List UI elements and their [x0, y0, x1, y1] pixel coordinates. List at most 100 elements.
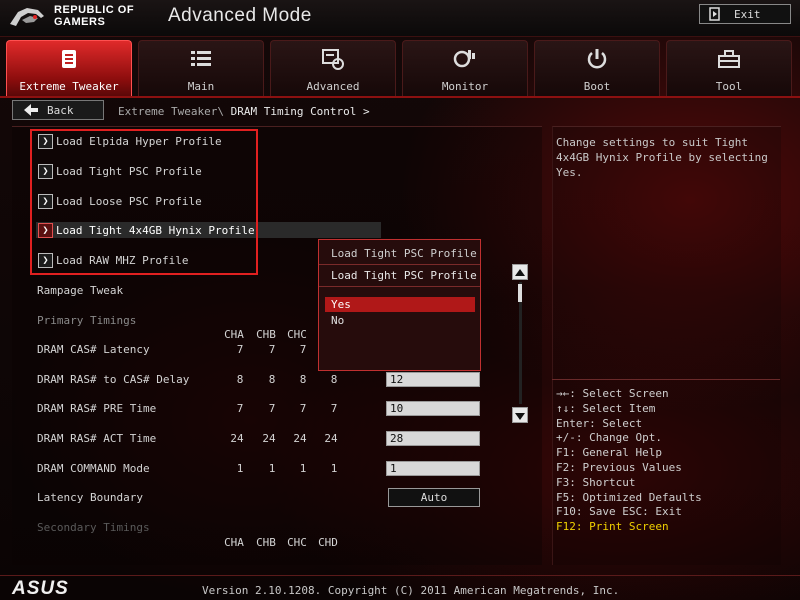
dram-ras-act-time-label[interactable]: DRAM RAS# ACT Time [37, 432, 156, 445]
ras-act-time-input[interactable]: 28 [386, 431, 480, 446]
help-description: Change settings to suit Tight 4x4GB Hyni… [556, 136, 768, 179]
primary-timings-header: Primary Timings [37, 314, 137, 327]
tab-monitor[interactable]: Monitor [402, 40, 528, 96]
channel-header: CHA [224, 536, 244, 549]
annotation-highlight-box [30, 129, 258, 275]
rog-logo-icon [10, 8, 44, 26]
key-hint: F1: General Help [556, 446, 662, 460]
channel-header: CHB [256, 536, 276, 549]
latency-boundary-dropdown[interactable]: Auto [388, 488, 480, 507]
tab-extreme-tweaker[interactable]: Extreme Tweaker [6, 40, 132, 96]
arrow-down-icon [515, 413, 525, 420]
channel-value: 24 [324, 432, 338, 445]
dram-cas-latency-label[interactable]: DRAM CAS# Latency [37, 343, 150, 356]
channel-value: 24 [293, 432, 307, 445]
top-bar: REPUBLIC OF GAMERS Advanced Mode Exit [0, 0, 800, 37]
channel-value: 7 [236, 402, 244, 415]
exit-door-icon [709, 7, 720, 21]
ras-to-cas-delay-input[interactable]: 12 [386, 372, 480, 387]
tab-boot[interactable]: Boot [534, 40, 660, 96]
popup-title: Load Tight PSC Profile [331, 247, 477, 260]
tab-label: Boot [583, 80, 611, 93]
ras-pre-time-input[interactable]: 10 [386, 401, 480, 416]
breadcrumb-parent[interactable]: Extreme Tweaker\ [118, 105, 224, 118]
channel-value: 7 [268, 402, 276, 415]
channel-value: 8 [236, 373, 244, 386]
rampage-tweak-label[interactable]: Rampage Tweak [37, 284, 123, 297]
asus-logo: ASUS [12, 578, 69, 599]
key-legend: →←: Select Screen ↑↓: Select Item Enter:… [556, 387, 702, 535]
brand-text: REPUBLIC OF GAMERS [54, 4, 134, 28]
secondary-timings-header: Secondary Timings [37, 521, 150, 534]
exit-button[interactable]: Exit [699, 4, 791, 24]
brand-line-1: REPUBLIC OF [54, 4, 135, 16]
list-icon [191, 51, 211, 66]
exit-label: Exit [734, 8, 761, 21]
popup-option-no[interactable]: No [325, 313, 475, 328]
toolbox-icon [718, 50, 740, 68]
dram-command-mode-label[interactable]: DRAM COMMAND Mode [37, 462, 150, 475]
breadcrumb-current: DRAM Timing Control > [230, 105, 370, 118]
monitor-icon [453, 50, 475, 68]
tab-label: Main [187, 80, 215, 93]
key-hint: F3: Shortcut [556, 475, 636, 489]
back-arrow-icon [24, 104, 38, 116]
advanced-icon [322, 49, 344, 70]
scroll-up-button[interactable] [512, 264, 528, 280]
tab-main[interactable]: Main [138, 40, 264, 96]
scroll-down-button[interactable] [512, 407, 528, 423]
power-icon [587, 49, 607, 69]
back-label: Back [47, 104, 74, 117]
channel-header: CHC [287, 536, 307, 549]
channel-value: 8 [299, 373, 307, 386]
breadcrumb: Extreme Tweaker\ DRAM Timing Control > [118, 105, 370, 118]
channel-value: 8 [330, 373, 338, 386]
channel-header: CHC [287, 328, 307, 341]
key-hint: ↑↓: Select Item [556, 401, 656, 415]
key-hint: F5: Optimized Defaults [556, 490, 702, 504]
tab-tool[interactable]: Tool [666, 40, 792, 96]
key-hint: F2: Previous Values [556, 460, 682, 474]
channel-value: 1 [236, 462, 244, 475]
popup-divider [319, 286, 480, 287]
help-divider [552, 379, 780, 380]
channel-value: 1 [330, 462, 338, 475]
latency-boundary-label[interactable]: Latency Boundary [37, 491, 143, 504]
channel-value: 24 [262, 432, 276, 445]
back-button[interactable]: Back [12, 100, 104, 120]
channel-value: 7 [236, 343, 244, 356]
tab-advanced[interactable]: Advanced [270, 40, 396, 96]
channel-header: CHA [224, 328, 244, 341]
channel-value: 1 [299, 462, 307, 475]
tab-label: Tool [715, 80, 743, 93]
channel-value: 7 [299, 402, 307, 415]
tab-label: Monitor [441, 80, 489, 93]
dram-ras-to-cas-delay-label[interactable]: DRAM RAS# to CAS# Delay [37, 373, 189, 386]
tweaker-icon [62, 50, 76, 68]
footer-divider [0, 575, 800, 576]
confirm-popup: Load Tight PSC Profile Load Tight PSC Pr… [318, 239, 481, 371]
popup-option-yes[interactable]: Yes [325, 297, 475, 312]
channel-value: 24 [230, 432, 244, 445]
tab-underline [0, 96, 800, 98]
channel-header: CHD [318, 536, 338, 549]
dram-ras-pre-time-label[interactable]: DRAM RAS# PRE Time [37, 402, 156, 415]
arrow-up-icon [515, 269, 525, 276]
tab-label: Advanced [306, 80, 360, 93]
channel-value: 8 [268, 373, 276, 386]
mode-title: Advanced Mode [168, 5, 312, 26]
popup-divider [319, 264, 480, 265]
command-mode-input[interactable]: 1 [386, 461, 480, 476]
version-text: Version 2.10.1208. Copyright (C) 2011 Am… [202, 584, 620, 597]
popup-subtitle: Load Tight PSC Profile [331, 269, 477, 282]
brand-line-2: GAMERS [54, 16, 106, 28]
key-hint: →←: Select Screen [556, 387, 669, 400]
channel-value: 7 [330, 402, 338, 415]
tab-label: Extreme Tweaker [19, 80, 119, 93]
key-hint-print-screen: F12: Print Screen [556, 520, 669, 534]
scrollbar-thumb[interactable] [518, 284, 522, 302]
channel-header: CHB [256, 328, 276, 341]
key-hint: F10: Save ESC: Exit [556, 505, 682, 519]
key-hint: Enter: Select [556, 416, 643, 430]
key-hint: +/-: Change Opt. [556, 431, 662, 445]
